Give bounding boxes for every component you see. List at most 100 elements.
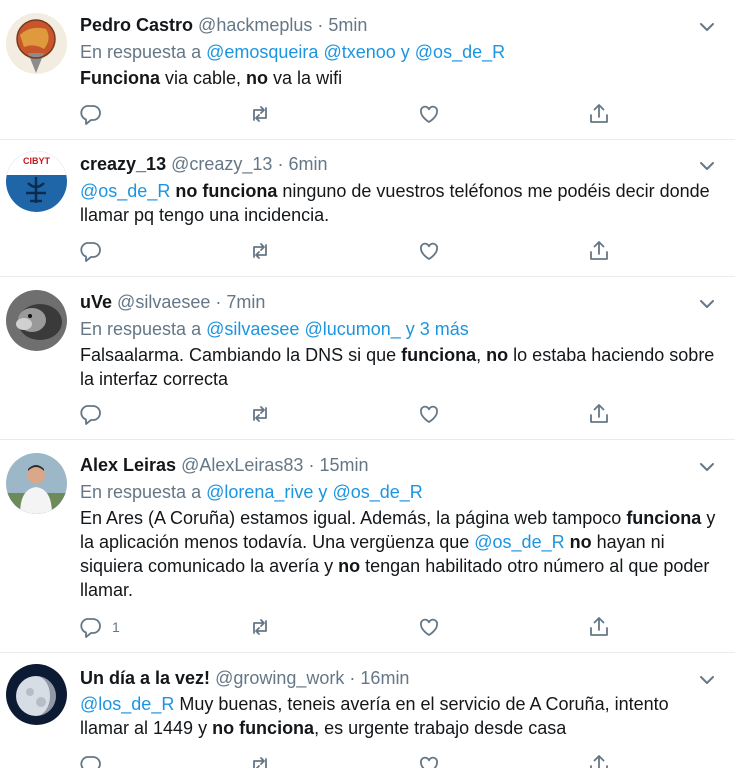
reply-prefix: En respuesta a xyxy=(80,42,207,62)
timestamp[interactable]: 16min xyxy=(360,668,409,688)
avatar[interactable]: CIBYT xyxy=(6,151,67,212)
chevron-down-icon[interactable] xyxy=(697,17,717,37)
retweet-button[interactable] xyxy=(248,614,272,640)
share-icon xyxy=(590,241,608,260)
user-handle[interactable]: @creazy_13 xyxy=(171,154,272,174)
timestamp[interactable]: 5min xyxy=(328,15,367,35)
display-name[interactable]: Pedro Castro xyxy=(80,15,193,35)
share-button[interactable] xyxy=(587,401,611,427)
avatar[interactable] xyxy=(6,664,67,725)
tweet-text: Falsaalarma. Cambiando la DNS si que fun… xyxy=(80,343,720,391)
keyword-highlight: Funciona xyxy=(80,68,160,88)
tweet[interactable]: Pedro Castro @hackmeplus · 5min En respu… xyxy=(0,0,735,140)
reply-context: En respuesta a @emosqueira @txenoo y @os… xyxy=(80,40,505,64)
keyword-highlight: funciona xyxy=(401,345,477,365)
reply-icon xyxy=(80,405,101,425)
share-button[interactable] xyxy=(587,238,611,264)
avatar[interactable] xyxy=(6,453,67,514)
reply-mention[interactable]: @txenoo xyxy=(323,42,395,62)
retweet-icon xyxy=(253,106,267,122)
chevron-down-icon[interactable] xyxy=(697,294,717,314)
timestamp[interactable]: 7min xyxy=(226,292,265,312)
share-button[interactable] xyxy=(587,614,611,640)
tweet[interactable]: Alex Leiras @AlexLeiras83 · 15min En res… xyxy=(0,440,735,653)
tweet[interactable]: uVe @silvaesee · 7min En respuesta a @si… xyxy=(0,277,735,440)
reply-joiner: y xyxy=(400,319,420,339)
tweet-actions xyxy=(78,752,638,768)
tweet[interactable]: Un día a la vez! @growing_work · 16min @… xyxy=(0,653,735,768)
like-button[interactable] xyxy=(417,101,441,127)
reply-mention[interactable]: @emosqueira xyxy=(206,42,318,62)
retweet-icon xyxy=(253,406,267,422)
tweet[interactable]: CIBYT creazy_13 @creazy_13 · 6min @os_de… xyxy=(0,140,735,277)
reply-joiner: y xyxy=(313,482,333,502)
reply-button[interactable] xyxy=(78,401,112,427)
tweet-header: uVe @silvaesee · 7min xyxy=(80,290,265,314)
reply-mention[interactable]: @lorena_rive xyxy=(206,482,313,502)
like-button[interactable] xyxy=(417,752,441,768)
retweet-icon xyxy=(253,619,267,635)
reply-mention[interactable]: @lucumon_ xyxy=(304,319,400,339)
tweet-text: Funciona via cable, no va la wifi xyxy=(80,66,720,90)
chevron-down-icon[interactable] xyxy=(697,670,717,690)
reply-mention[interactable]: 3 más xyxy=(420,319,469,339)
like-icon xyxy=(420,756,438,768)
timestamp[interactable]: 6min xyxy=(288,154,327,174)
display-name[interactable]: uVe xyxy=(80,292,112,312)
mention-link[interactable]: @os_de_R xyxy=(80,181,170,201)
share-button[interactable] xyxy=(587,101,611,127)
mention-link[interactable]: @os_de_R xyxy=(474,532,564,552)
user-handle[interactable]: @hackmeplus xyxy=(198,15,312,35)
reply-mention[interactable]: @os_de_R xyxy=(332,482,422,502)
retweet-icon xyxy=(253,757,267,768)
reply-button[interactable] xyxy=(78,101,112,127)
like-button[interactable] xyxy=(417,614,441,640)
tweet-actions xyxy=(78,238,638,264)
retweet-button[interactable] xyxy=(248,752,272,768)
display-name[interactable]: creazy_13 xyxy=(80,154,166,174)
retweet-button[interactable] xyxy=(248,101,272,127)
retweet-button[interactable] xyxy=(248,401,272,427)
avatar[interactable] xyxy=(6,290,67,351)
reply-mention[interactable]: @os_de_R xyxy=(415,42,505,62)
chevron-down-icon[interactable] xyxy=(697,457,717,477)
retweet-button[interactable] xyxy=(248,238,272,264)
like-button[interactable] xyxy=(417,401,441,427)
text-segment: En Ares (A Coruña) estamos igual. Además… xyxy=(80,508,627,528)
tweet-text: En Ares (A Coruña) estamos igual. Además… xyxy=(80,506,720,602)
reply-button[interactable] xyxy=(78,752,112,768)
keyword-highlight: no xyxy=(338,556,361,576)
reply-count: 1 xyxy=(112,619,120,635)
keyword-highlight: no xyxy=(246,68,269,88)
reply-icon xyxy=(80,618,101,638)
chevron-down-icon[interactable] xyxy=(697,156,717,176)
reply-button[interactable]: 1 xyxy=(78,614,120,640)
share-button[interactable] xyxy=(587,752,611,768)
separator-dot: · xyxy=(349,668,356,688)
tweet-feed: Pedro Castro @hackmeplus · 5min En respu… xyxy=(0,0,735,768)
user-handle[interactable]: @silvaesee xyxy=(117,292,210,312)
keyword-highlight: funciona xyxy=(626,508,702,528)
separator-dot: · xyxy=(308,455,315,475)
reply-context: En respuesta a @silvaesee @lucumon_ y 3 … xyxy=(80,317,469,341)
reply-mention[interactable]: @silvaesee xyxy=(206,319,299,339)
display-name[interactable]: Un día a la vez! xyxy=(80,668,210,688)
avatar[interactable] xyxy=(6,13,67,74)
like-icon xyxy=(420,105,438,123)
user-handle[interactable]: @AlexLeiras83 xyxy=(181,455,303,475)
share-icon xyxy=(590,617,608,636)
text-segment: via cable, xyxy=(160,68,247,88)
like-icon xyxy=(420,405,438,423)
tweet-actions xyxy=(78,101,638,127)
user-handle[interactable]: @growing_work xyxy=(215,668,344,688)
reply-icon xyxy=(80,756,101,768)
display-name[interactable]: Alex Leiras xyxy=(80,455,176,475)
reply-button[interactable] xyxy=(78,238,112,264)
like-button[interactable] xyxy=(417,238,441,264)
tweet-actions xyxy=(78,401,638,427)
separator-dot: · xyxy=(317,15,324,35)
mention-link[interactable]: @los_de_R xyxy=(80,694,174,714)
tweet-actions: 1 xyxy=(78,614,638,640)
timestamp[interactable]: 15min xyxy=(319,455,368,475)
keyword-highlight: no funciona xyxy=(175,181,278,201)
